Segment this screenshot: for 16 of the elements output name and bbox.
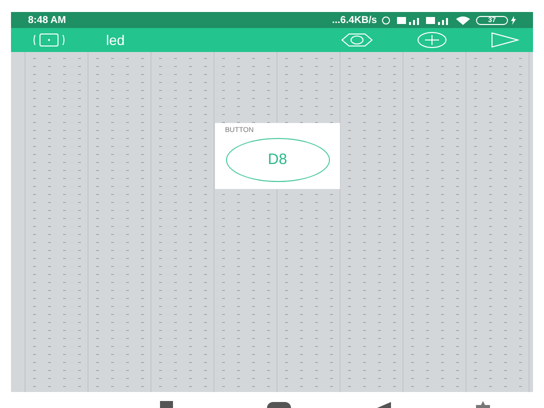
signal-icon bbox=[397, 16, 421, 24]
pin-label: D8 bbox=[268, 150, 288, 170]
bolt-icon bbox=[511, 16, 516, 24]
add-icon[interactable] bbox=[417, 32, 447, 48]
settings-icon[interactable] bbox=[341, 33, 373, 47]
signal-icon bbox=[426, 16, 450, 24]
project-title: led bbox=[106, 30, 125, 50]
device-icon[interactable] bbox=[33, 33, 65, 47]
pin-button[interactable]: D8 bbox=[226, 138, 330, 182]
home-icon[interactable] bbox=[267, 402, 291, 408]
back-icon[interactable] bbox=[377, 402, 391, 408]
network-speed: ...6.4KB/s bbox=[332, 14, 377, 28]
wifi-icon bbox=[456, 16, 470, 24]
play-icon[interactable] bbox=[491, 32, 519, 48]
status-time: 8:48 AM bbox=[28, 14, 66, 28]
alarm-icon bbox=[381, 15, 391, 25]
